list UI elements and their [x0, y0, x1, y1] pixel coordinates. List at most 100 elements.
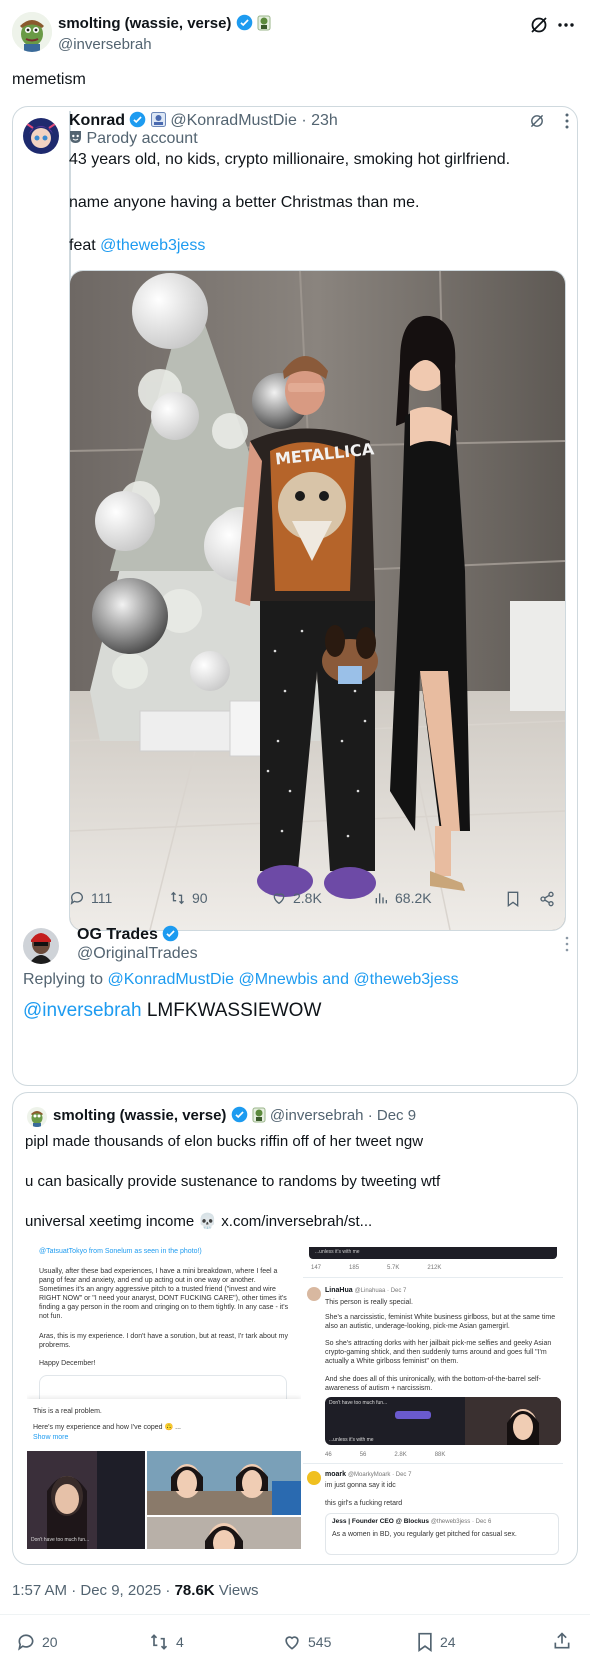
more-options-icon[interactable] — [563, 111, 571, 131]
views-chart-icon — [375, 893, 387, 904]
more-options-icon[interactable] — [563, 934, 571, 954]
media-right-screenshot[interactable]: ...unless it's with me 147 185 5.7K 212K… — [303, 1247, 563, 1563]
replying-mentions-link[interactable]: @KonradMustDie @Mnewbis and @theweb3jess — [108, 971, 459, 988]
og-trades-avatar[interactable] — [23, 928, 59, 964]
linahua-header: LinaHua @Linahuaa · Dec 7 — [325, 1287, 406, 1294]
mini-views-count: 212K — [427, 1265, 442, 1271]
feat-prefix: feat — [69, 237, 101, 254]
reply-icon — [70, 892, 83, 905]
verified-badge-icon — [163, 925, 179, 942]
grok-icon[interactable] — [529, 113, 545, 129]
bookmark-count: 24 — [440, 1634, 456, 1650]
konrad-like-button[interactable]: 2.8K — [271, 890, 322, 906]
christmas-photo-image: METALLICA — [70, 271, 565, 930]
konrad-repost-button[interactable]: 90 — [169, 890, 208, 906]
smolting-avatar[interactable] — [27, 1107, 47, 1127]
left-shot-p1: Usually, after these bad experiences, I … — [39, 1268, 289, 1320]
author-handle[interactable]: @inversebrah — [58, 36, 152, 53]
mini-reply-count: 46 — [325, 1452, 332, 1458]
og-name[interactable]: OG Trades — [77, 926, 158, 943]
konrad-text-line1: 43 years old, no kids, crypto millionair… — [69, 151, 511, 168]
right-top-caption: ...unless it's with me — [315, 1249, 360, 1255]
tweet-link[interactable]: x.com/inversebrah/st... — [217, 1213, 372, 1230]
smolting-name[interactable]: smolting (wassie, verse) — [53, 1107, 226, 1124]
verified-badge-icon — [236, 14, 252, 31]
heart-icon — [285, 1636, 299, 1650]
konrad-bookmark-button[interactable] — [506, 891, 520, 912]
left-shot-top: @TatsuatTokyo from Sonelum as seen in th… — [39, 1248, 202, 1255]
smolting-handle[interactable]: @inversebrah — [270, 1107, 364, 1124]
konrad-reply-button[interactable]: 111 — [69, 890, 112, 906]
like-count: 2.8K — [293, 890, 322, 906]
chat-bubble — [395, 1411, 431, 1419]
repost-count: 90 — [192, 890, 208, 906]
share-upload-icon — [554, 1632, 570, 1649]
smolting-line1: pipl made thousands of elon bucks riffin… — [25, 1133, 424, 1150]
grok-icon[interactable] — [529, 15, 549, 35]
verified-badge-icon — [130, 111, 146, 128]
bookmark-button[interactable]: 24 — [416, 1632, 456, 1652]
reply-button[interactable]: 20 — [16, 1632, 58, 1652]
like-button[interactable]: 545 — [282, 1632, 331, 1652]
quoted-post-card[interactable]: Konrad @KonradMustDie · 23h Parody accou… — [12, 106, 578, 1086]
linahua-avatar — [307, 1287, 321, 1301]
linahua-handle: @Linahuaa · Dec 7 — [354, 1288, 407, 1294]
inset-show-more[interactable]: Show more — [33, 1433, 68, 1442]
linahua-p3: So she's attracting dorks with her jailb… — [325, 1340, 552, 1365]
more-options-icon[interactable] — [556, 15, 576, 35]
jess-handle: @theweb3jess · Dec 6 — [430, 1519, 492, 1525]
konrad-views-button[interactable]: 68.2K — [373, 890, 432, 906]
linahua-p1: This person is really special. — [325, 1299, 413, 1306]
og-handle[interactable]: @OriginalTrades — [77, 945, 198, 963]
moark-line1: im just gonna say it idc — [325, 1482, 396, 1489]
mini-repost-count: 185 — [349, 1265, 360, 1271]
konrad-avatar[interactable] — [23, 118, 59, 154]
media-left-screenshot[interactable]: @TatsuatTokyo from Sonelum as seen in th… — [27, 1247, 301, 1563]
og-mention-link[interactable]: @inversebrah — [23, 1000, 142, 1021]
repost-icon — [171, 891, 184, 905]
mini-views-count: 88K — [434, 1452, 446, 1458]
quoted-post-card-2[interactable]: smolting (wassie, verse) @inversebrah · … — [12, 1092, 578, 1565]
konrad-share-button[interactable] — [539, 891, 555, 912]
inset-line1: This is a real problem. — [33, 1408, 102, 1415]
author-name[interactable]: smolting (wassie, verse) — [58, 15, 231, 32]
views-label: Views — [214, 1582, 259, 1599]
parody-text: Parody account — [86, 130, 198, 147]
konrad-feat: feat @theweb3jess — [69, 237, 205, 255]
jess-text: As a women in BD, you regularly get pitc… — [332, 1531, 517, 1538]
konrad-name[interactable]: Konrad — [69, 112, 125, 129]
share-button[interactable] — [552, 1631, 572, 1656]
moark-name: moark — [325, 1471, 347, 1478]
right-stats-row-2: 46 56 2.8K 88K — [325, 1452, 445, 1458]
post-timestamp[interactable]: 1:57 AM · Dec 9, 2025 · — [12, 1582, 175, 1599]
og-reply-text: @inversebrah LMFKWASSIEWOW — [23, 1000, 321, 1022]
left-shot-p3: Happy December! — [39, 1360, 96, 1367]
og-text: LMFKWASSIEWOW — [141, 1000, 322, 1021]
right-stats-row-1: 147 185 5.7K 212K — [311, 1265, 441, 1271]
feat-mention-link[interactable]: @theweb3jess — [100, 237, 205, 254]
like-count: 545 — [308, 1634, 332, 1650]
konrad-time[interactable]: · 23h — [301, 112, 337, 129]
skull-icon: 💀 — [198, 1213, 218, 1230]
inset-line2: Here's my experience and how I've coped … — [33, 1424, 181, 1431]
views-count: 68.2K — [395, 890, 432, 906]
divider — [303, 1463, 563, 1464]
right-top-image: ...unless it's with me — [309, 1247, 557, 1259]
divider — [0, 1614, 590, 1615]
author-avatar[interactable] — [12, 12, 52, 52]
anime-avatar-icon — [23, 118, 59, 154]
og-avatar-icon — [23, 928, 59, 964]
og-header: OG Trades — [77, 925, 179, 944]
inset-photo-3 — [147, 1517, 301, 1559]
smolting-line3: universal xeetimg income 💀 x.com/inverse… — [25, 1212, 372, 1230]
repost-button[interactable]: 4 — [148, 1632, 184, 1652]
views-count: 78.6K — [174, 1582, 215, 1599]
verified-badge-icon — [231, 1106, 247, 1123]
share-icon — [540, 891, 554, 907]
smolting-line2: u can basically provide sustenance to ra… — [25, 1173, 441, 1190]
konrad-handle[interactable]: @KonradMustDie — [170, 112, 297, 129]
author-line: smolting (wassie, verse) — [58, 14, 271, 32]
smolting-time[interactable]: · Dec 9 — [368, 1107, 416, 1124]
parody-label: Parody account — [69, 130, 198, 148]
konrad-photo[interactable]: METALLICA — [69, 270, 566, 931]
